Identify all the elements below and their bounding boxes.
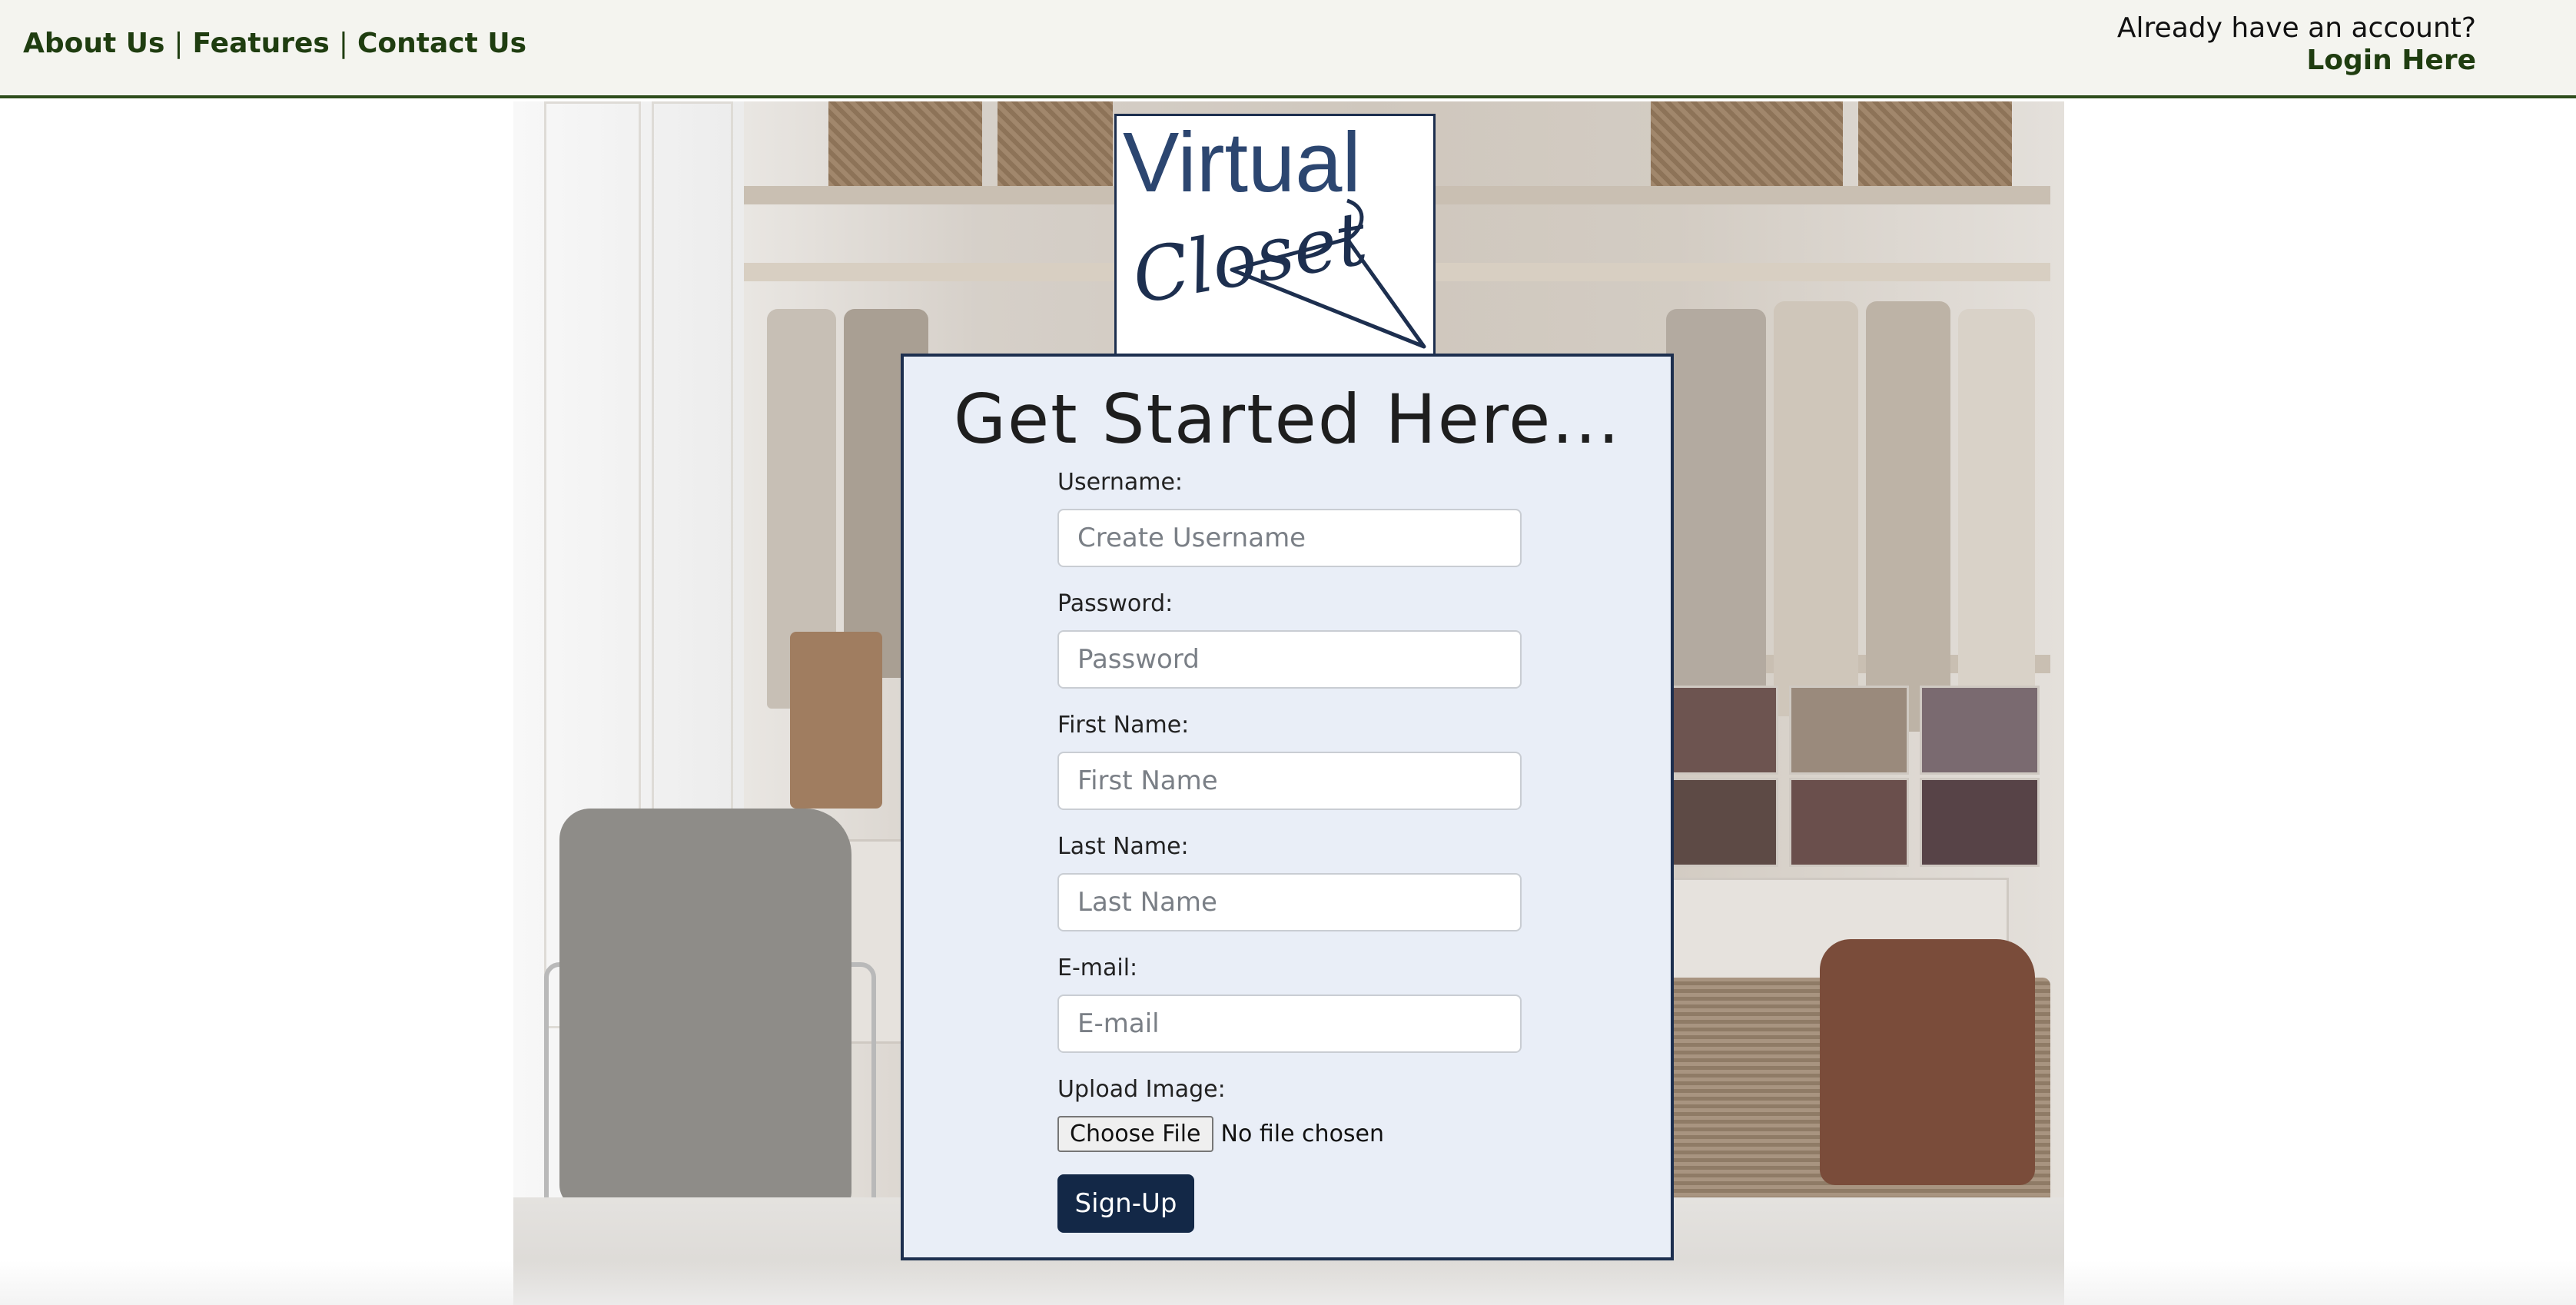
signup-form-card: Get Started Here... Username: Password: … <box>901 354 1674 1260</box>
last-name-label: Last Name: <box>1057 833 1189 860</box>
folded-clothes <box>1789 686 1909 775</box>
folded-clothes <box>1920 778 2040 867</box>
hanging-garment <box>1666 309 1766 709</box>
folded-clothes <box>1789 778 1909 867</box>
hanging-garment <box>1774 301 1858 716</box>
file-status-text: No file chosen <box>1220 1121 1385 1147</box>
folded-clothes <box>1920 686 2040 775</box>
brown-throw-blanket <box>1820 939 2035 1185</box>
username-label: Username: <box>1057 469 1183 496</box>
nav-link-about-us[interactable]: About Us <box>23 28 164 59</box>
nav-links: About Us | Features | Contact Us <box>23 28 526 59</box>
bottom-shadow <box>0 1260 2576 1305</box>
username-input[interactable] <box>1057 509 1522 567</box>
logo-word-virtual: Virtual <box>1123 116 1361 210</box>
signup-button[interactable]: Sign-Up <box>1057 1174 1194 1233</box>
grey-throw-blanket <box>559 809 851 1208</box>
email-input[interactable] <box>1057 995 1522 1053</box>
storage-basket <box>1651 101 1843 186</box>
password-input[interactable] <box>1057 630 1522 689</box>
handbag <box>790 632 882 809</box>
upload-image-label: Upload Image: <box>1057 1076 1226 1103</box>
storage-basket <box>998 101 1113 186</box>
nav-link-features[interactable]: Features <box>193 28 330 59</box>
first-name-label: First Name: <box>1057 712 1190 739</box>
file-upload-control: Choose File No file chosen <box>1057 1116 1384 1152</box>
email-label: E-mail: <box>1057 955 1138 981</box>
storage-basket <box>1858 101 2012 186</box>
hanging-garment <box>1958 309 2035 693</box>
first-name-input[interactable] <box>1057 752 1522 810</box>
logo-graphic: Virtual Closet <box>1123 115 1426 349</box>
nav-separator: | <box>174 28 184 59</box>
password-label: Password: <box>1057 590 1173 617</box>
form-title: Get Started Here... <box>953 380 1622 459</box>
last-name-input[interactable] <box>1057 873 1522 931</box>
account-prompt-text: Already have an account? <box>2116 12 2476 44</box>
top-nav-bar: About Us | Features | Contact Us Already hav… <box>0 0 2576 98</box>
logo-word-closet: Closet <box>1126 195 1373 321</box>
nav-separator: | <box>338 28 348 59</box>
storage-basket <box>828 101 982 186</box>
choose-file-button[interactable]: Choose File <box>1057 1116 1213 1152</box>
login-link[interactable]: Login Here <box>2117 45 2476 77</box>
hanging-garment <box>1866 301 1950 732</box>
folded-clothes <box>1658 686 1778 775</box>
virtual-closet-logo: Virtual Closet <box>1114 114 1436 357</box>
account-prompt-area: Already have an account? Login Here <box>2117 12 2476 77</box>
nav-link-contact-us[interactable]: Contact Us <box>357 28 526 59</box>
folded-clothes <box>1658 778 1778 867</box>
